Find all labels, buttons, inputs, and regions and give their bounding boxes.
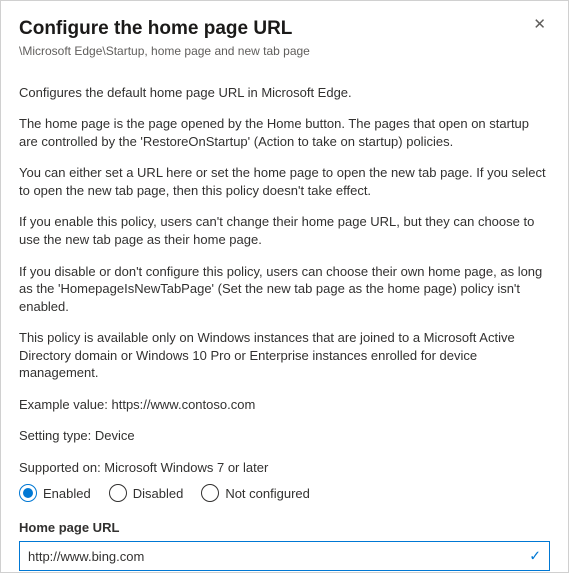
state-radio-group: Enabled Disabled Not configured	[19, 484, 550, 502]
radio-label: Disabled	[133, 486, 184, 501]
description-paragraph: This policy is available only on Windows…	[19, 329, 550, 382]
home-page-url-input[interactable]	[28, 549, 519, 564]
description-paragraph: Configures the default home page URL in …	[19, 84, 550, 102]
radio-label: Enabled	[43, 486, 91, 501]
close-icon[interactable]: ✕	[529, 17, 550, 32]
radio-circle-icon	[19, 484, 37, 502]
description-paragraph: If you disable or don't configure this p…	[19, 263, 550, 316]
radio-circle-icon	[109, 484, 127, 502]
supported-on: Supported on: Microsoft Windows 7 or lat…	[19, 459, 550, 477]
page-title: Configure the home page URL	[19, 17, 529, 42]
description-paragraph: If you enable this policy, users can't c…	[19, 213, 550, 248]
home-page-url-label: Home page URL	[19, 520, 550, 535]
check-icon: ✓	[529, 548, 541, 565]
radio-circle-icon	[201, 484, 219, 502]
radio-disabled[interactable]: Disabled	[109, 484, 184, 502]
setting-type: Setting type: Device	[19, 427, 550, 445]
example-value: Example value: https://www.contoso.com	[19, 396, 550, 414]
radio-not-configured[interactable]: Not configured	[201, 484, 310, 502]
breadcrumb: \Microsoft Edge\Startup, home page and n…	[19, 44, 529, 58]
description-paragraph: The home page is the page opened by the …	[19, 115, 550, 150]
radio-enabled[interactable]: Enabled	[19, 484, 91, 502]
description-paragraph: You can either set a URL here or set the…	[19, 164, 550, 199]
home-page-url-input-wrap[interactable]: ✓	[19, 541, 550, 571]
radio-label: Not configured	[225, 486, 310, 501]
